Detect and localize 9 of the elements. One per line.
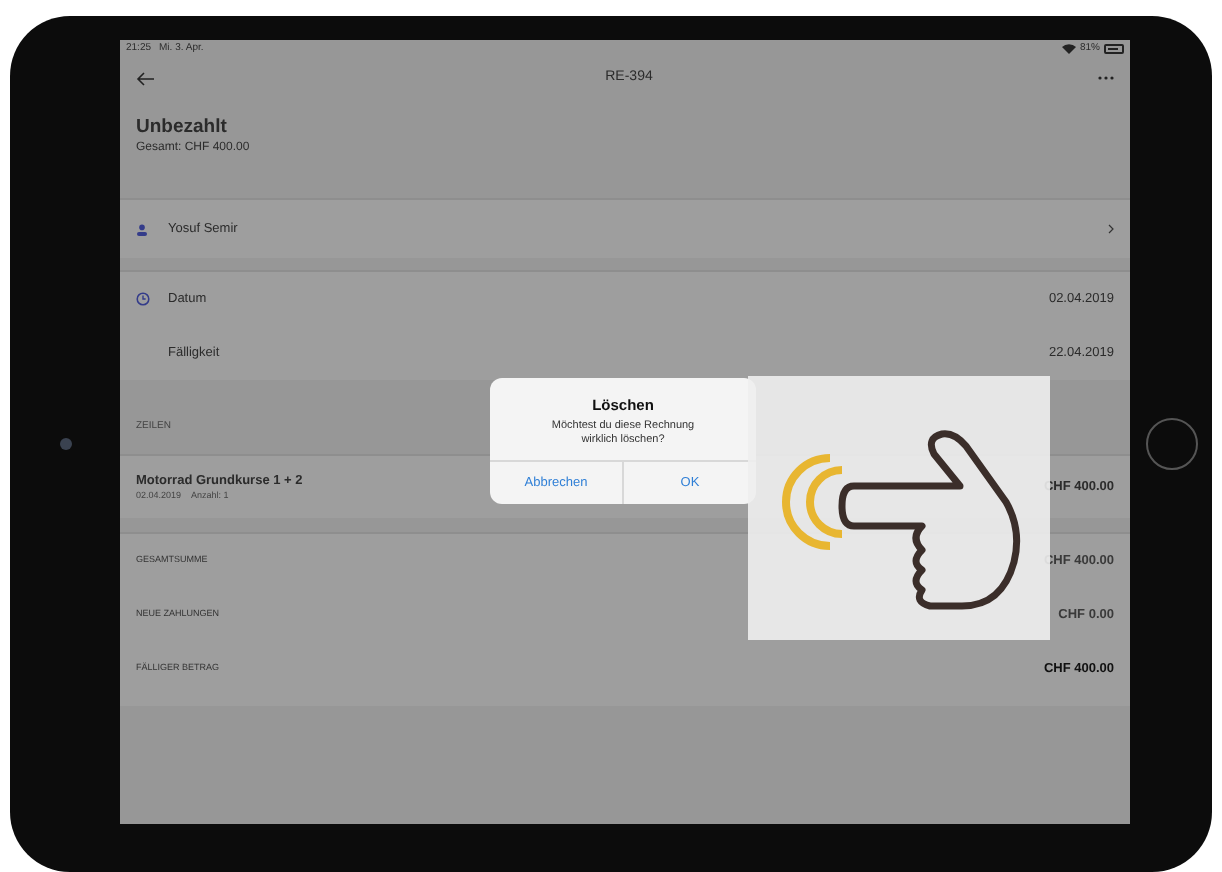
person-icon — [136, 223, 148, 235]
wifi-icon — [1061, 44, 1076, 54]
back-button[interactable] — [136, 66, 160, 90]
home-button[interactable] — [1145, 418, 1197, 470]
chevron-icon — [1108, 224, 1114, 234]
clock-icon — [136, 292, 150, 306]
battery-icon — [1104, 44, 1124, 54]
invoice-status: Unbezahlt — [136, 116, 229, 140]
camera-icon — [59, 438, 71, 450]
